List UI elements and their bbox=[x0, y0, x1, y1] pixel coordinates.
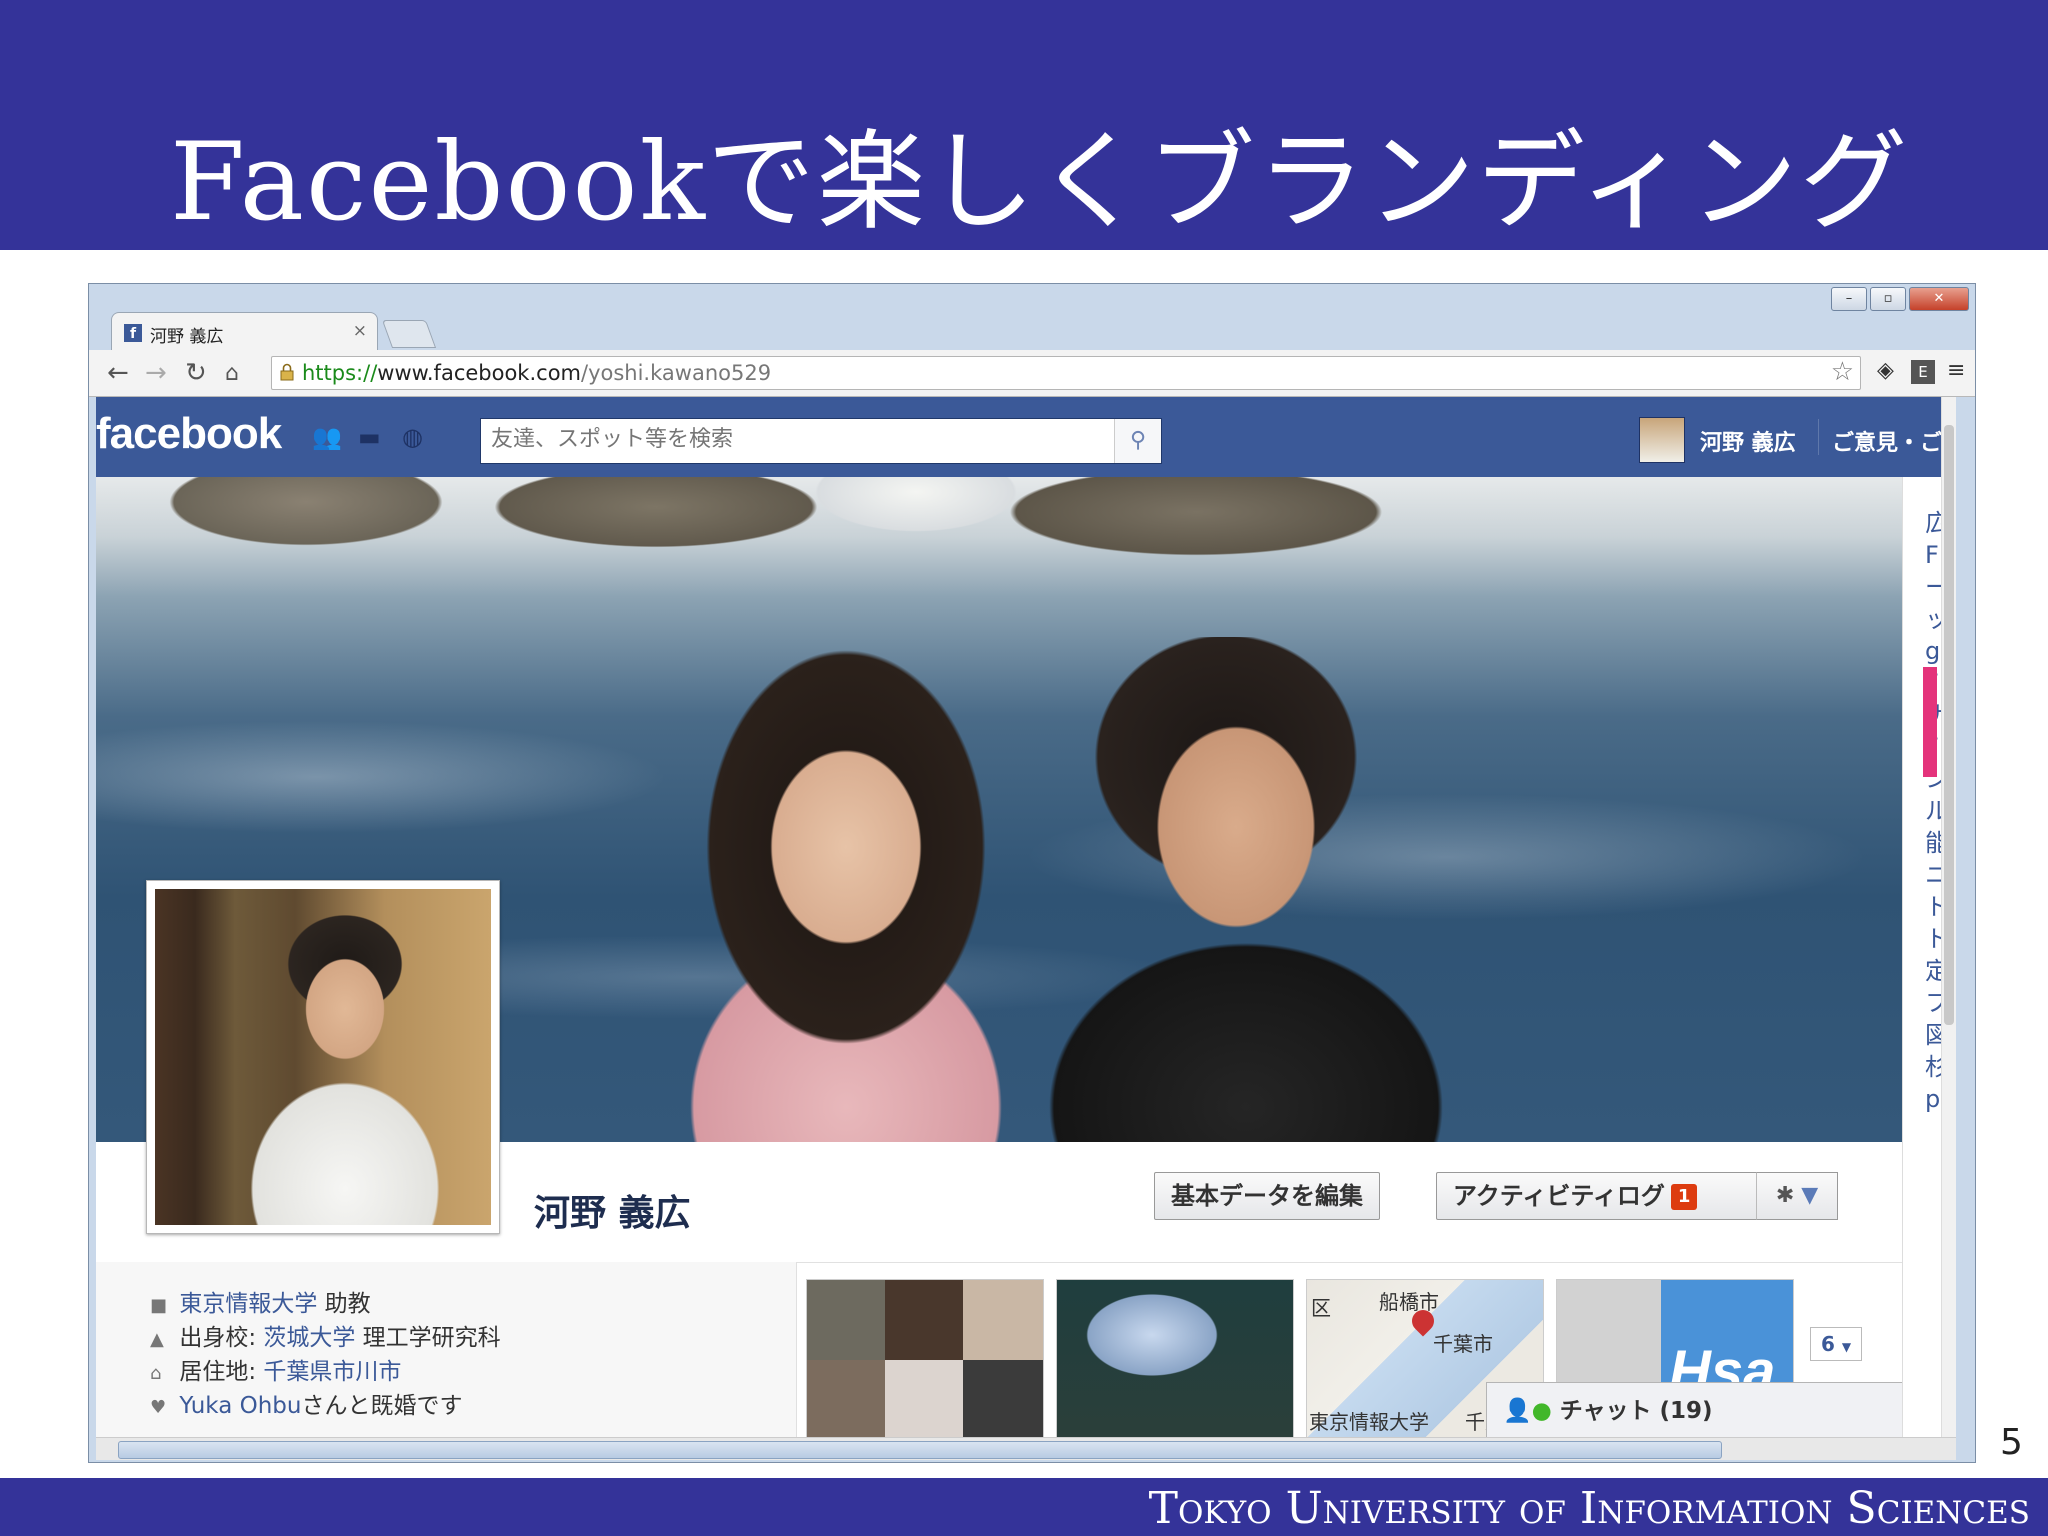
map-label: 東京情報大学 bbox=[1309, 1410, 1429, 1434]
vertical-scrollbar-thumb[interactable] bbox=[1944, 425, 1954, 1025]
more-apps-dropdown[interactable]: 6 ▼ bbox=[1810, 1327, 1862, 1361]
user-name-link[interactable]: 河野 義広 bbox=[1700, 425, 1796, 457]
education-link[interactable]: 茨城大学 bbox=[263, 1325, 355, 1351]
facebook-top-bar: facebook 👥 ▬ ◍ ⚲ 河野 義広 ご意見・ご bbox=[96, 397, 1956, 478]
residence-prefix: 居住地: bbox=[179, 1359, 264, 1385]
back-icon[interactable]: ← bbox=[107, 358, 129, 388]
work-link[interactable]: 東京情報大学 bbox=[179, 1291, 317, 1317]
page-viewport: facebook 👥 ▬ ◍ ⚲ 河野 義広 ご意見・ご 河野 義広 基本データ… bbox=[96, 397, 1956, 1437]
slide-title: Facebookで楽しくブランディング bbox=[170, 120, 1910, 245]
avatar[interactable] bbox=[1639, 417, 1685, 463]
browser-toolbar: ← → ↻ ⌂ https://www.facebook.com/yoshi.k… bbox=[89, 350, 1975, 397]
map-label: 区 bbox=[1311, 1296, 1331, 1320]
residence-link[interactable]: 千葉県市川市 bbox=[263, 1359, 401, 1385]
work-icon: ■ bbox=[150, 1295, 168, 1316]
profile-name[interactable]: 河野 義広 bbox=[534, 1184, 691, 1236]
chat-count: (19) bbox=[1659, 1398, 1713, 1424]
chat-label: チャット bbox=[1559, 1398, 1652, 1424]
tab-title: 河野 義広 bbox=[150, 327, 224, 347]
friend-requests-icon[interactable]: 👥 bbox=[312, 423, 342, 451]
activity-log-button[interactable]: アクティビティログ 1 bbox=[1436, 1172, 1759, 1220]
slide-page-number: 5 bbox=[2000, 1422, 2023, 1463]
home-icon[interactable]: ⌂ bbox=[225, 361, 239, 386]
window-controls: – ▫ ✕ bbox=[1831, 287, 1969, 311]
spouse-link[interactable]: Yuka Ohbu bbox=[179, 1393, 301, 1419]
activity-log-label: アクティビティログ bbox=[1453, 1182, 1665, 1210]
buffer-icon[interactable]: ◈ bbox=[1877, 358, 1894, 383]
url-domain: www.facebook.com bbox=[377, 361, 581, 385]
education-text: 理工学研究科 bbox=[355, 1325, 501, 1351]
tab-close-icon[interactable]: × bbox=[353, 321, 367, 341]
map-label: 船橋市 bbox=[1379, 1290, 1439, 1314]
evernote-icon[interactable]: E bbox=[1911, 360, 1935, 384]
slide-header: Facebookで楽しくブランディング bbox=[0, 0, 2048, 250]
browser-window: – ▫ ✕ f 河野 義広 × ← → ↻ ⌂ https://www.face… bbox=[88, 283, 1976, 1463]
close-window-button[interactable]: ✕ bbox=[1909, 287, 1969, 311]
browser-tab[interactable]: f 河野 義広 × bbox=[111, 312, 378, 351]
cover-person-man bbox=[1026, 637, 1486, 1142]
photos-grid-lower bbox=[807, 1360, 1043, 1437]
settings-dropdown[interactable]: ✱ ▼ bbox=[1756, 1172, 1838, 1220]
facebook-search: ⚲ bbox=[480, 418, 1162, 464]
maximize-button[interactable]: ▫ bbox=[1870, 287, 1906, 311]
about-relationship: ♥ Yuka Ohbuさんと既婚です bbox=[150, 1386, 462, 1420]
feedback-link[interactable]: ご意見・ご bbox=[1832, 425, 1942, 457]
chat-bar[interactable]: 👤● チャット (19) bbox=[1486, 1382, 1906, 1437]
minimize-button[interactable]: – bbox=[1831, 287, 1867, 311]
address-bar[interactable]: https://www.facebook.com/yoshi.kawano529… bbox=[271, 356, 1861, 390]
vertical-scrollbar[interactable] bbox=[1941, 397, 1956, 1437]
seminar-thumbnail[interactable] bbox=[1056, 1279, 1294, 1437]
search-icon[interactable]: ⚲ bbox=[1114, 419, 1161, 463]
home-icon: ⌂ bbox=[150, 1363, 162, 1384]
reload-icon[interactable]: ↻ bbox=[185, 358, 207, 388]
about-work: ■ 東京情報大学 助教 bbox=[150, 1284, 371, 1318]
horizontal-scrollbar[interactable] bbox=[96, 1437, 1956, 1460]
edit-profile-button[interactable]: 基本データを編集 bbox=[1154, 1172, 1380, 1220]
education-prefix: 出身校: bbox=[179, 1325, 264, 1351]
chevron-down-icon: ▼ bbox=[1841, 1340, 1852, 1354]
menu-icon[interactable]: ≡ bbox=[1947, 358, 1965, 383]
bookmark-star-icon[interactable]: ☆ bbox=[1831, 357, 1854, 387]
about-residence: ⌂ 居住地: 千葉県市川市 bbox=[150, 1352, 401, 1386]
photos-thumbnail[interactable] bbox=[806, 1279, 1044, 1437]
about-education: ▲ 出身校: 茨城大学 理工学研究科 bbox=[150, 1318, 501, 1352]
divider bbox=[1818, 419, 1819, 455]
map-label: 千葉市 bbox=[1433, 1332, 1493, 1356]
ad-image[interactable] bbox=[1923, 667, 1937, 777]
activity-badge: 1 bbox=[1670, 1184, 1698, 1210]
url-text: https://www.facebook.com/yoshi.kawano529 bbox=[302, 361, 771, 385]
chat-user-icon: 👤 bbox=[1503, 1398, 1532, 1424]
relationship-text: さんと既婚です bbox=[301, 1393, 463, 1419]
facebook-logo[interactable]: facebook bbox=[96, 409, 282, 459]
facebook-favicon-icon: f bbox=[124, 324, 142, 342]
chevron-down-icon: ▼ bbox=[1801, 1183, 1819, 1208]
forward-icon[interactable]: → bbox=[145, 358, 167, 388]
url-path: /yoshi.kawano529 bbox=[581, 361, 772, 385]
new-tab-button[interactable] bbox=[381, 320, 437, 348]
online-dot-icon: ● bbox=[1531, 1398, 1552, 1424]
cover-person-woman bbox=[656, 627, 1036, 1142]
notifications-globe-icon[interactable]: ◍ bbox=[402, 423, 430, 451]
url-scheme: https:// bbox=[302, 361, 378, 385]
messages-icon[interactable]: ▬ bbox=[358, 423, 386, 451]
heart-icon: ♥ bbox=[150, 1397, 167, 1418]
work-text: 助教 bbox=[317, 1291, 371, 1317]
profile-picture-frame[interactable] bbox=[146, 880, 500, 1234]
footer-university-name: Tokyo University of Information Sciences bbox=[1148, 1483, 2030, 1534]
horizontal-scrollbar-thumb[interactable] bbox=[118, 1441, 1722, 1459]
education-icon: ▲ bbox=[150, 1329, 164, 1350]
more-count: 6 bbox=[1820, 1332, 1835, 1356]
search-input[interactable] bbox=[481, 419, 1121, 459]
profile-picture bbox=[155, 889, 491, 1225]
slide-footer: Tokyo University of Information Sciences bbox=[0, 1478, 2048, 1536]
about-panel: ■ 東京情報大学 助教 ▲ 出身校: 茨城大学 理工学研究科 ⌂ 居住地: 千葉… bbox=[96, 1262, 797, 1437]
gear-icon: ✱ bbox=[1775, 1183, 1795, 1208]
lock-icon bbox=[280, 363, 294, 381]
